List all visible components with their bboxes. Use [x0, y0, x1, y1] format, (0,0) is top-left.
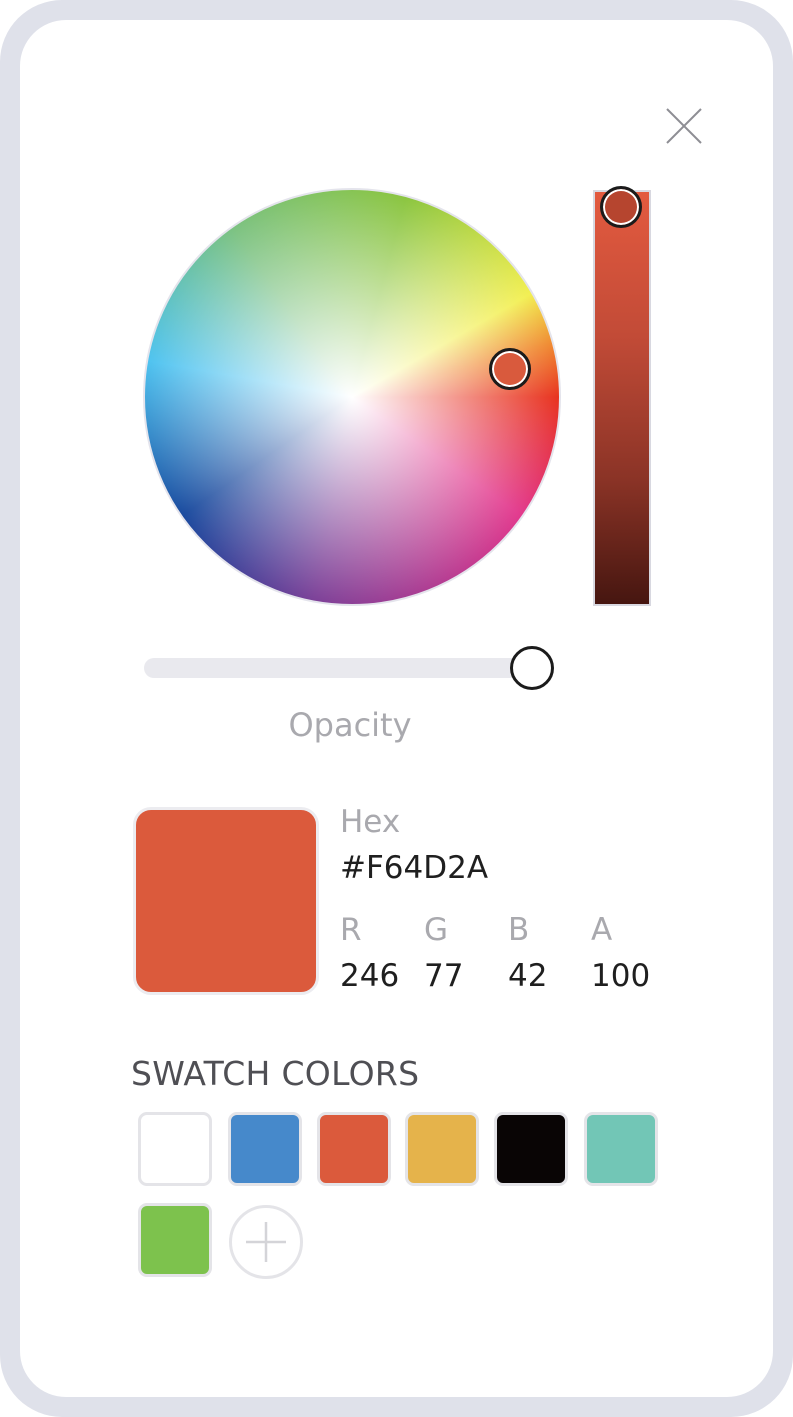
color-preview — [133, 807, 319, 995]
hex-input[interactable] — [340, 850, 540, 886]
add-swatch-button[interactable] — [229, 1205, 303, 1279]
opacity-slider[interactable] — [144, 658, 530, 678]
swatch-teal[interactable] — [584, 1112, 658, 1186]
swatch-white[interactable] — [138, 1112, 212, 1186]
brightness-slider-handle[interactable] — [600, 186, 642, 228]
color-wheel-handle[interactable] — [489, 348, 531, 390]
color-picker-frame: Opacity Hex R G B A SWATCH COLORS — [0, 0, 793, 1417]
hex-label: Hex — [340, 804, 401, 840]
swatch-red[interactable] — [317, 1112, 391, 1186]
brightness-slider[interactable] — [593, 190, 651, 606]
red-input[interactable] — [340, 958, 420, 994]
alpha-input[interactable] — [591, 958, 671, 994]
blue-label: B — [508, 912, 530, 948]
swatch-blue[interactable] — [228, 1112, 302, 1186]
alpha-label: A — [591, 912, 613, 948]
close-icon — [666, 108, 702, 144]
swatch-colors-heading: SWATCH COLORS — [131, 1054, 420, 1093]
opacity-label: Opacity — [288, 706, 412, 744]
swatch-green[interactable] — [138, 1203, 212, 1277]
close-button[interactable] — [664, 106, 704, 146]
opacity-slider-handle[interactable] — [510, 646, 554, 690]
plus-icon — [246, 1222, 286, 1262]
green-input[interactable] — [424, 958, 504, 994]
red-label: R — [340, 912, 362, 948]
color-picker-panel: Opacity Hex R G B A SWATCH COLORS — [20, 20, 773, 1397]
color-wheel[interactable] — [143, 188, 561, 606]
swatch-black[interactable] — [494, 1112, 568, 1186]
swatch-yellow[interactable] — [405, 1112, 479, 1186]
blue-input[interactable] — [508, 958, 588, 994]
green-label: G — [424, 912, 449, 948]
